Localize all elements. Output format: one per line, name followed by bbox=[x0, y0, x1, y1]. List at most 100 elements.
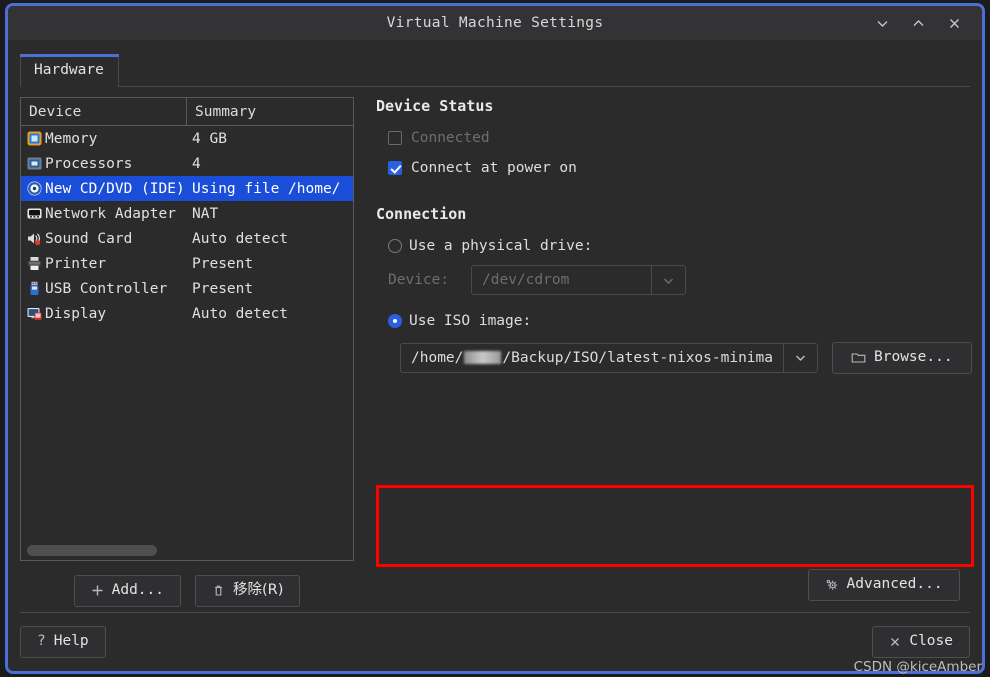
device-name: Memory bbox=[45, 130, 98, 147]
iso-image-group: Use ISO image: /home/ /Backup/ISO/latest-… bbox=[376, 295, 974, 567]
dialog-content: Hardware Device Summary Memory 4 GB Proces… bbox=[8, 41, 982, 671]
device-row-display[interactable]: Display Auto detect bbox=[21, 301, 353, 326]
add-device-button[interactable]: Add... bbox=[73, 575, 181, 607]
tab-strip: Hardware bbox=[20, 49, 982, 87]
physical-device-value: /dev/cdrom bbox=[482, 272, 570, 288]
left-column: Device Summary Memory 4 GB Processors 4 New … bbox=[20, 97, 354, 613]
connect-at-power-on-checkbox[interactable] bbox=[388, 161, 402, 175]
device-row-memory[interactable]: Memory 4 GB bbox=[21, 126, 353, 151]
column-header-summary: Summary bbox=[195, 103, 257, 120]
device-action-buttons: Add... 移除(R) bbox=[20, 561, 354, 607]
connected-checkbox bbox=[388, 131, 402, 145]
iso-path-suffix: /Backup/ISO/latest-nixos-minima bbox=[502, 349, 773, 366]
dialog-footer: ? Help Close bbox=[8, 613, 982, 671]
virtual-machine-settings-window: Virtual Machine Settings Hardware Device… bbox=[5, 3, 985, 674]
sound-card-icon bbox=[25, 231, 43, 247]
iso-path-row: /home/ /Backup/ISO/latest-nixos-minima Br… bbox=[400, 342, 972, 374]
device-row-network-adapter[interactable]: Network Adapter NAT bbox=[21, 201, 353, 226]
display-icon bbox=[25, 306, 43, 322]
advanced-label: Advanced... bbox=[846, 576, 943, 593]
connection-title: Connection bbox=[376, 205, 467, 223]
help-button[interactable]: ? Help bbox=[20, 626, 106, 658]
use-iso-image-radio[interactable] bbox=[388, 314, 402, 328]
device-name: USB Controller bbox=[45, 280, 168, 297]
close-dialog-label: Close bbox=[909, 633, 953, 650]
device-row-new-cd-dvd-ide[interactable]: New CD/DVD (IDE) Using file /home/ bbox=[21, 176, 353, 201]
device-list-panel: Device Summary Memory 4 GB Processors 4 New … bbox=[20, 97, 354, 561]
network-adapter-icon bbox=[25, 206, 43, 222]
use-physical-drive-row[interactable]: Use a physical drive: bbox=[388, 234, 972, 258]
main-area: Device Summary Memory 4 GB Processors 4 New … bbox=[8, 87, 982, 613]
chevron-down-icon[interactable] bbox=[651, 266, 685, 294]
use-physical-drive-radio[interactable] bbox=[388, 239, 402, 253]
printer-icon bbox=[25, 256, 43, 272]
chevron-down-icon[interactable] bbox=[783, 343, 817, 372]
x-icon bbox=[889, 636, 901, 648]
device-summary: Auto detect bbox=[192, 230, 289, 247]
close-button[interactable] bbox=[936, 8, 972, 38]
horizontal-scrollbar[interactable] bbox=[21, 540, 353, 560]
device-list[interactable]: Memory 4 GB Processors 4 New CD/DVD (IDE) Usi… bbox=[21, 126, 353, 540]
connect-at-power-on-row[interactable]: Connect at power on bbox=[388, 156, 972, 180]
browse-label: Browse... bbox=[874, 349, 953, 365]
processor-icon bbox=[25, 156, 43, 172]
close-dialog-button[interactable]: Close bbox=[872, 626, 970, 658]
device-summary: 4 bbox=[192, 155, 201, 172]
device-summary: Present bbox=[192, 280, 254, 297]
advanced-button[interactable]: Advanced... bbox=[807, 569, 960, 601]
title-bar: Virtual Machine Settings bbox=[8, 6, 982, 41]
plus-icon bbox=[91, 584, 104, 597]
window-title: Virtual Machine Settings bbox=[386, 15, 604, 31]
use-physical-drive-label: Use a physical drive: bbox=[409, 238, 593, 254]
maximize-button[interactable] bbox=[900, 8, 936, 38]
question-mark-icon: ? bbox=[37, 633, 46, 650]
physical-device-row: Device: /dev/cdrom bbox=[388, 265, 972, 295]
device-status-title: Device Status bbox=[376, 97, 494, 115]
device-table-header: Device Summary bbox=[21, 98, 353, 126]
physical-device-label: Device: bbox=[388, 272, 450, 288]
use-iso-image-label: Use ISO image: bbox=[409, 313, 532, 329]
tab-hardware[interactable]: Hardware bbox=[20, 54, 119, 87]
physical-device-combo[interactable]: /dev/cdrom bbox=[471, 265, 686, 295]
add-device-label: Add... bbox=[111, 582, 164, 598]
connected-checkbox-row: Connected bbox=[388, 126, 972, 150]
device-summary: 4 GB bbox=[192, 130, 227, 147]
device-summary: Using file /home/ bbox=[192, 180, 341, 197]
connected-label: Connected bbox=[411, 130, 490, 146]
scrollbar-thumb[interactable] bbox=[27, 544, 157, 556]
tab-hardware-label: Hardware bbox=[34, 62, 104, 79]
window-controls bbox=[864, 8, 982, 38]
cd-dvd-icon bbox=[25, 181, 43, 197]
device-summary: NAT bbox=[192, 205, 219, 222]
watermark: CSDN @kiceAmber bbox=[853, 659, 982, 675]
trash-icon bbox=[212, 584, 225, 597]
device-name: Display bbox=[45, 305, 107, 322]
device-row-sound-card[interactable]: Sound Card Auto detect bbox=[21, 226, 353, 251]
browse-button[interactable]: Browse... bbox=[832, 342, 972, 374]
device-name: Printer bbox=[45, 255, 107, 272]
device-name: Network Adapter bbox=[45, 205, 176, 222]
memory-icon bbox=[25, 131, 43, 147]
remove-device-label: 移除(R) bbox=[233, 582, 284, 598]
advanced-button-wrap: Advanced... bbox=[807, 569, 960, 601]
scrollbar-track[interactable] bbox=[27, 544, 347, 556]
device-name: Processors bbox=[45, 155, 133, 172]
use-iso-image-row[interactable]: Use ISO image: bbox=[388, 309, 972, 333]
iso-path-combo[interactable]: /home/ /Backup/ISO/latest-nixos-minima bbox=[400, 342, 818, 373]
device-row-printer[interactable]: Printer Present bbox=[21, 251, 353, 276]
right-column: Device Status Connected Connect at power… bbox=[354, 97, 974, 613]
column-header-device: Device bbox=[21, 98, 187, 125]
device-summary: Auto detect bbox=[192, 305, 289, 322]
minimize-button[interactable] bbox=[864, 8, 900, 38]
iso-path-prefix: /home/ bbox=[411, 349, 464, 366]
iso-highlight-box bbox=[376, 485, 974, 567]
iso-path-value[interactable]: /home/ /Backup/ISO/latest-nixos-minima bbox=[401, 344, 783, 372]
redacted-username bbox=[464, 351, 502, 365]
gear-icon bbox=[825, 578, 839, 592]
device-name: New CD/DVD (IDE) bbox=[45, 180, 185, 197]
connect-at-power-on-label: Connect at power on bbox=[411, 160, 577, 176]
remove-device-button[interactable]: 移除(R) bbox=[195, 575, 301, 607]
device-row-usb-controller[interactable]: USB Controller Present bbox=[21, 276, 353, 301]
device-name: Sound Card bbox=[45, 230, 133, 247]
device-row-processors[interactable]: Processors 4 bbox=[21, 151, 353, 176]
